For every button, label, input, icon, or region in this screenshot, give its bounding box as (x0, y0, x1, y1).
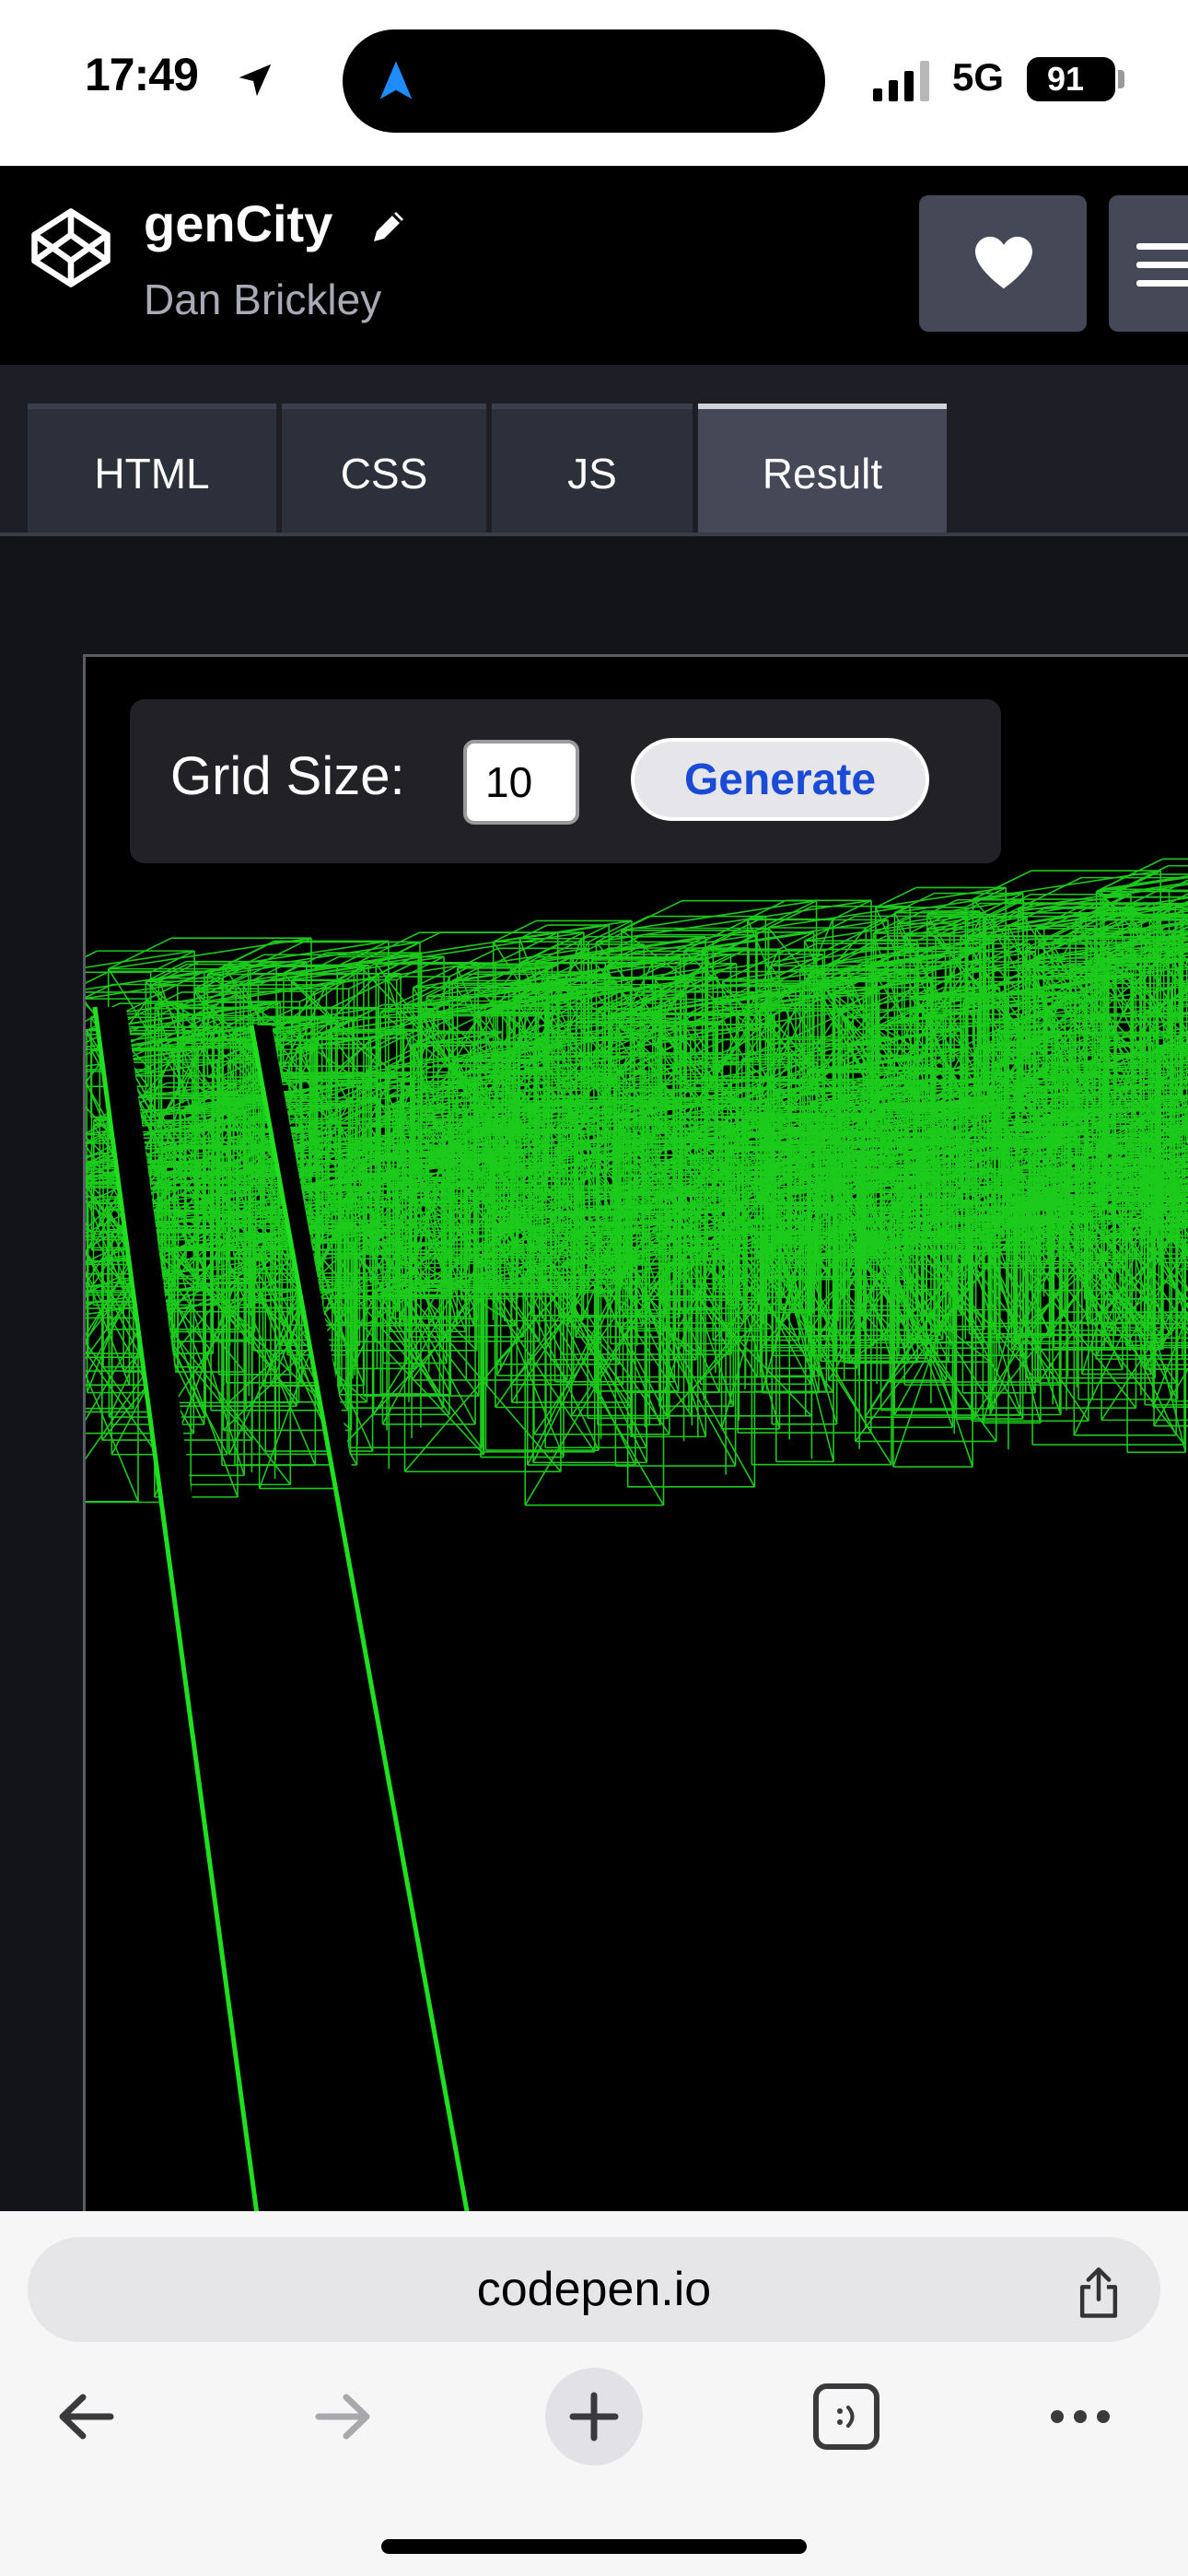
controls-panel: Grid Size: Generate (130, 699, 1001, 863)
menu-button[interactable] (1109, 195, 1188, 332)
status-time: 17:49 (85, 49, 199, 100)
back-button[interactable] (37, 2366, 138, 2467)
back-arrow-icon (59, 2394, 114, 2440)
home-indicator (381, 2539, 807, 2554)
tabs-button[interactable] (796, 2366, 897, 2467)
share-icon[interactable] (1074, 2266, 1124, 2320)
editor-tab-bar: HTML CSS JS Result (0, 365, 1188, 536)
address-bar[interactable]: codepen.io (28, 2237, 1160, 2342)
cellular-signal-icon (873, 61, 929, 101)
codepen-logo-icon[interactable] (28, 205, 114, 291)
new-tab-button[interactable] (543, 2366, 645, 2467)
navigation-arrow-icon (379, 61, 413, 100)
tab-js[interactable]: JS (492, 404, 693, 533)
pen-title[interactable]: genCity (144, 193, 332, 253)
result-area: Grid Size: Generate (0, 536, 1188, 2211)
more-button[interactable] (1030, 2366, 1131, 2467)
more-dots-icon (1051, 2410, 1110, 2423)
tab-css[interactable]: CSS (282, 404, 486, 533)
pen-author[interactable]: Dan Brickley (144, 275, 381, 324)
grid-size-input[interactable] (463, 740, 579, 825)
url-text: codepen.io (476, 2263, 712, 2316)
battery-cap (1118, 70, 1124, 88)
result-iframe[interactable]: Grid Size: Generate (83, 654, 1188, 2211)
generate-button[interactable]: Generate (631, 738, 929, 821)
city-wireframe-canvas[interactable] (86, 657, 1188, 2211)
tab-result[interactable]: Result (698, 404, 947, 533)
battery-level: 91 (1046, 60, 1085, 98)
edit-pencil-icon[interactable] (367, 205, 411, 249)
grid-size-label: Grid Size: (170, 746, 405, 806)
tabs-icon (813, 2383, 879, 2450)
heart-icon (975, 236, 1032, 289)
dynamic-island (343, 29, 825, 133)
safari-toolbar: codepen.io (0, 2211, 1188, 2576)
plus-icon (545, 2368, 643, 2465)
status-bar: 17:49 5G 91 (0, 0, 1188, 166)
forward-arrow-icon (315, 2394, 370, 2440)
carrier-label: 5G (952, 55, 1005, 99)
like-button[interactable] (919, 195, 1087, 332)
codepen-header: genCity Dan Brickley (0, 166, 1188, 365)
battery-icon: 91 (1027, 57, 1115, 101)
forward-button[interactable] (291, 2366, 392, 2467)
menu-icon (1136, 243, 1188, 287)
tab-html[interactable]: HTML (28, 404, 276, 533)
location-arrow-icon (239, 64, 272, 97)
